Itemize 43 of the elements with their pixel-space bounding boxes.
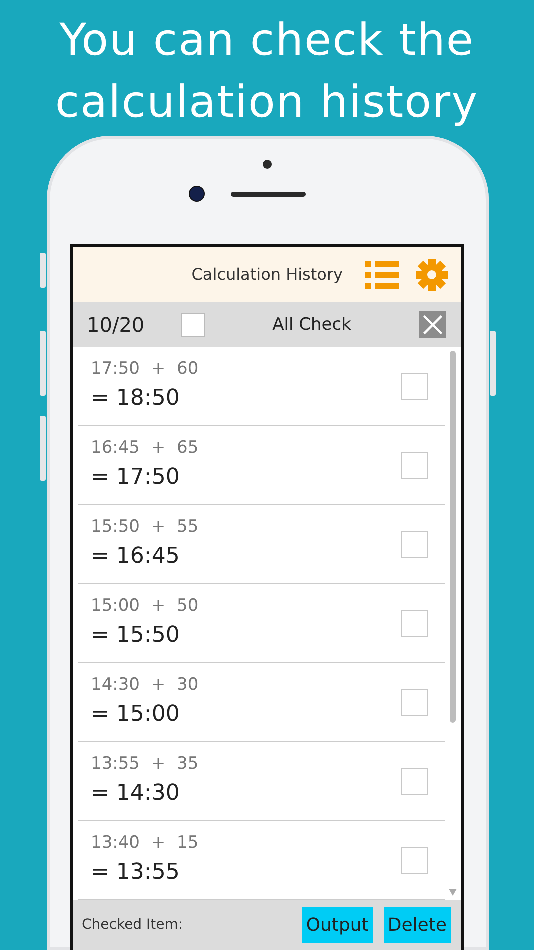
row-checkbox[interactable] bbox=[401, 610, 428, 636]
result-text: = 13:55 bbox=[91, 859, 181, 887]
row-checkbox[interactable] bbox=[401, 768, 428, 794]
all-check-label: All Check bbox=[272, 314, 352, 334]
screen-title: Calculation History bbox=[192, 265, 343, 284]
headline: You can check the bbox=[60, 14, 474, 68]
expression-text: 13:40 + 15 bbox=[91, 832, 200, 855]
camera-icon bbox=[189, 186, 205, 202]
row-checkbox[interactable] bbox=[401, 452, 428, 478]
result-text: = 15:00 bbox=[91, 701, 181, 729]
history-row[interactable]: 14:30 + 30 = 15:00 bbox=[78, 663, 445, 742]
all-check-checkbox[interactable] bbox=[181, 312, 205, 336]
footer-button[interactable]: Delete bbox=[384, 907, 451, 943]
history-row[interactable]: 16:45 + 65 = 17:50 bbox=[78, 426, 445, 505]
row-checkbox[interactable] bbox=[401, 530, 428, 558]
expression-text: 17:50 + 60 bbox=[91, 358, 200, 381]
expression-text: 16:45 + 65 bbox=[91, 437, 200, 460]
item-count: 10/20 bbox=[87, 312, 146, 336]
result-text: = 14:30 bbox=[91, 780, 181, 808]
history-row[interactable]: 17:50 + 60 = 18:50 bbox=[78, 347, 445, 426]
footer-button[interactable]: Output bbox=[302, 907, 373, 943]
speaker-slot-icon bbox=[231, 192, 306, 196]
expression-text: 13:55 + 35 bbox=[91, 753, 200, 776]
result-text: = 17:50 bbox=[91, 464, 181, 492]
expression-text: 15:00 + 50 bbox=[91, 595, 200, 618]
history-row[interactable]: 15:00 + 50 = 15:50 bbox=[78, 584, 445, 663]
result-text: = 18:50 bbox=[91, 385, 181, 413]
row-checkbox[interactable] bbox=[401, 372, 428, 400]
row-checkbox[interactable] bbox=[401, 688, 428, 716]
settings-icon[interactable] bbox=[415, 258, 449, 292]
list-icon[interactable] bbox=[365, 260, 399, 290]
headline: calculation history bbox=[55, 76, 479, 130]
sensor-dot-icon bbox=[263, 160, 272, 169]
history-row[interactable]: 15:50 + 55 = 16:45 bbox=[78, 505, 445, 584]
row-checkbox[interactable] bbox=[401, 846, 428, 874]
history-row[interactable]: 13:55 + 35 = 14:30 bbox=[78, 742, 445, 821]
checked-item-label: Checked Item: bbox=[82, 917, 184, 933]
close-icon bbox=[422, 314, 444, 336]
expression-text: 15:50 + 55 bbox=[91, 516, 200, 539]
close-button[interactable] bbox=[419, 311, 446, 338]
result-text: = 16:45 bbox=[91, 543, 181, 571]
result-text: = 15:50 bbox=[91, 622, 181, 650]
expression-text: 14:30 + 30 bbox=[91, 674, 200, 697]
